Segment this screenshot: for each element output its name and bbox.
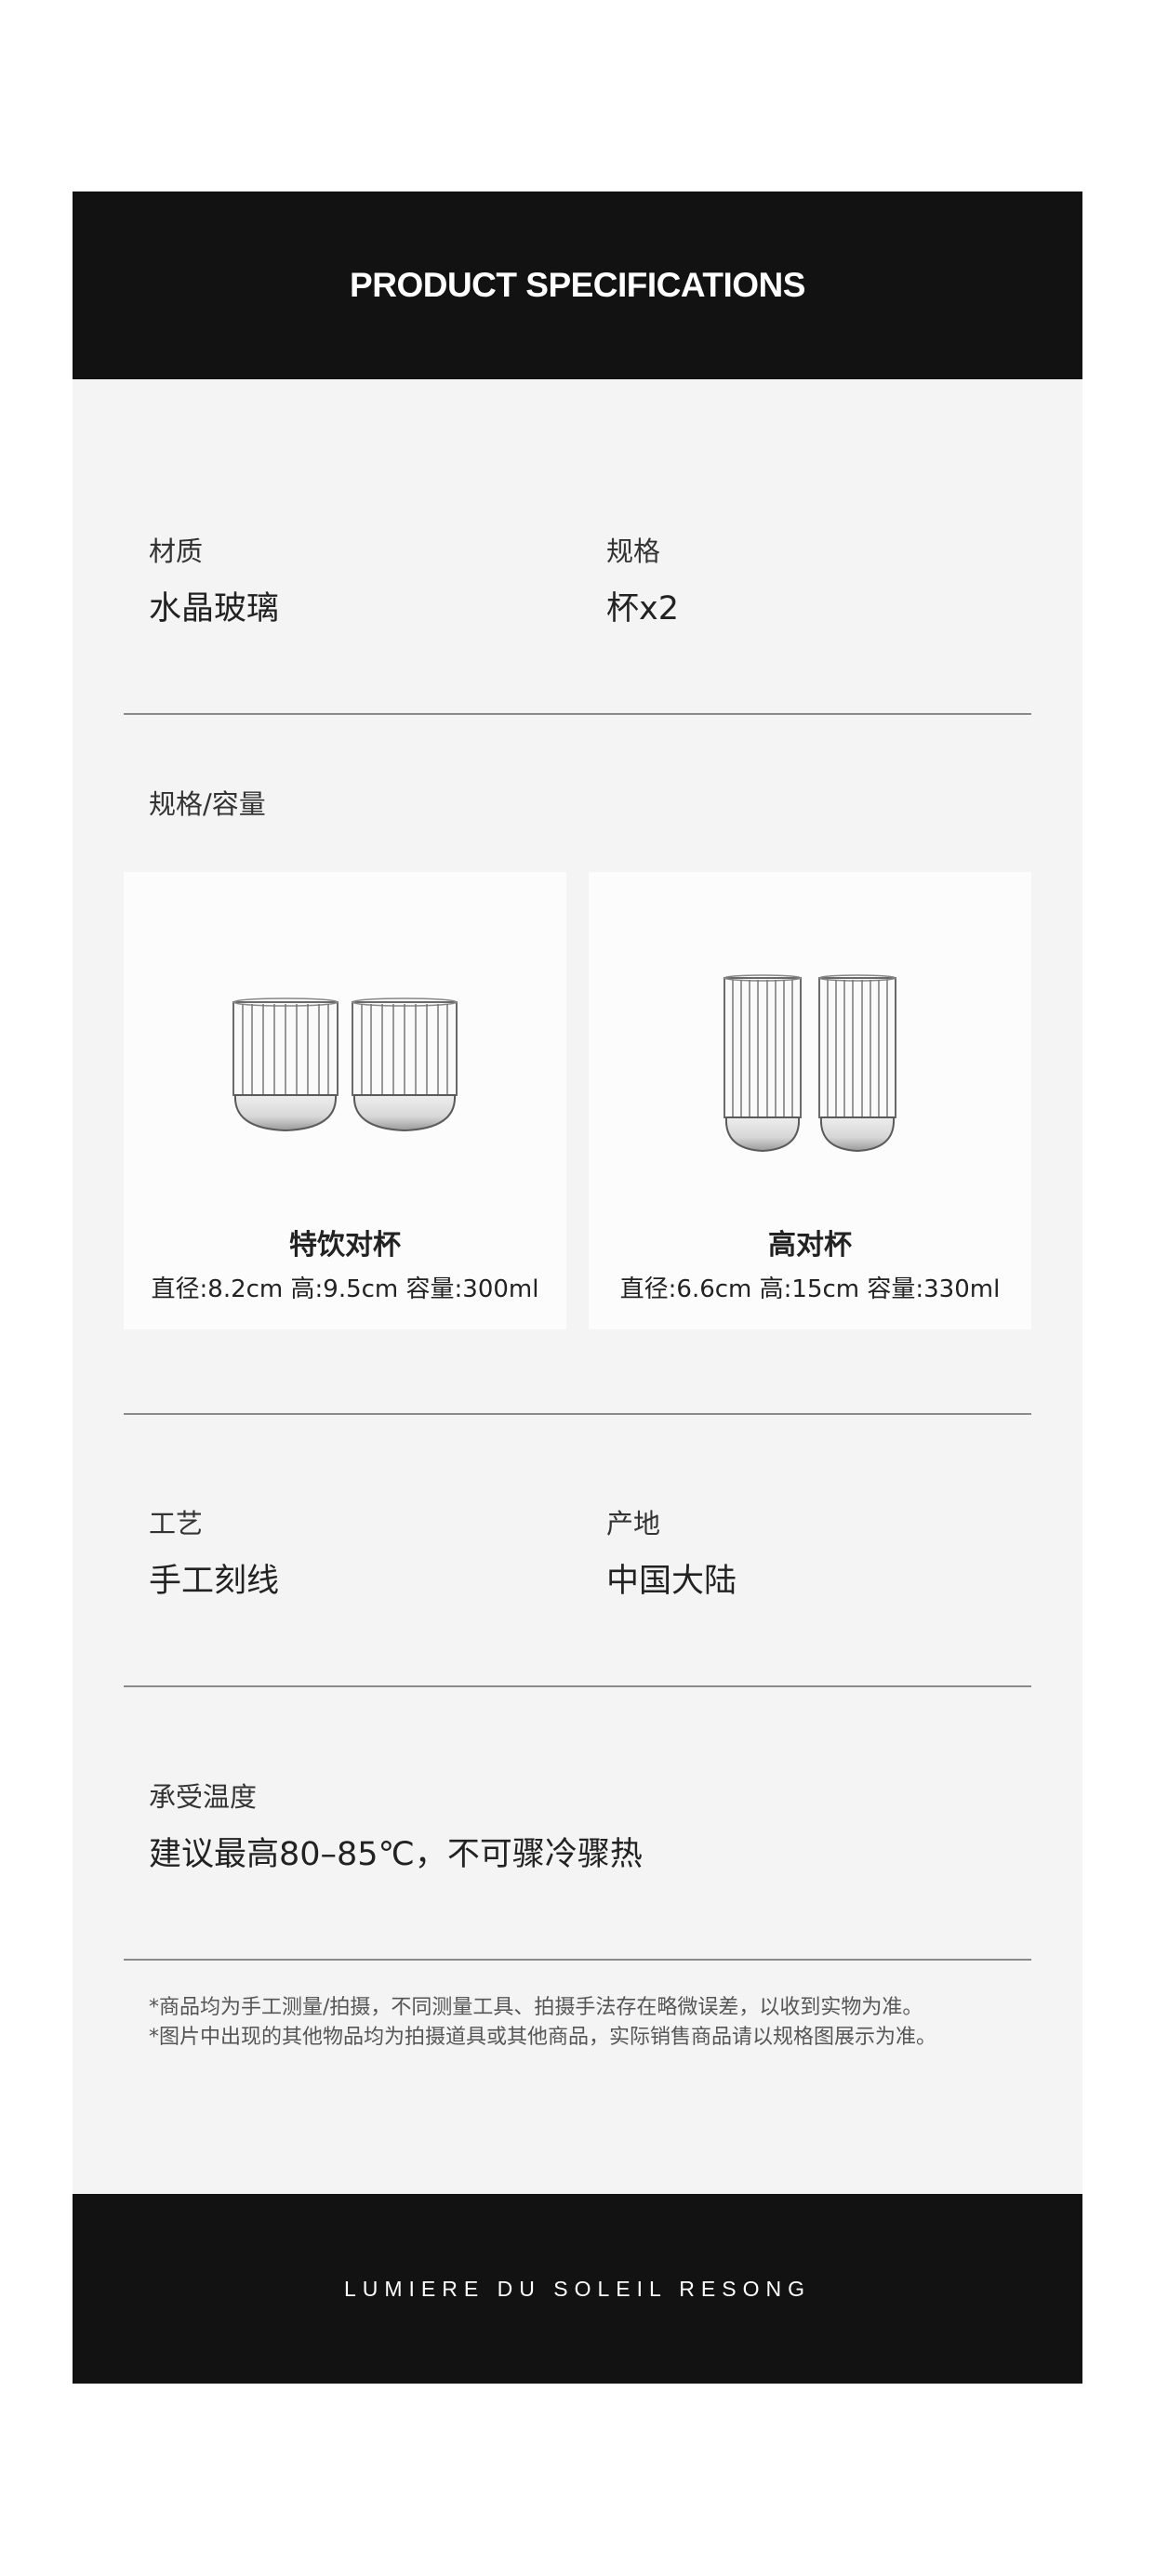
header-banner: PRODUCT SPECIFICATIONS — [73, 192, 1082, 379]
brand-name: LUMIERE DU SOLEIL RESONG — [343, 2276, 811, 2301]
divider — [124, 1959, 1031, 1961]
material-label: 材质 — [149, 535, 204, 567]
product-dimensions: 直径:6.6cm 高:15cm 容量:330ml — [619, 1275, 1001, 1303]
origin-value: 中国大陆 — [606, 1563, 737, 1600]
product-card-highball: 高对杯 直径:6.6cm 高:15cm 容量:330ml — [589, 872, 1031, 1329]
spec-card: PRODUCT SPECIFICATIONS 材质 水晶玻璃 规格 杯x2 规格… — [73, 192, 1082, 2384]
origin-label: 产地 — [606, 1508, 661, 1539]
disclaimer-note: *商品均为手工测量/拍摄，不同测量工具、拍摄手法存在略微误差，以收到实物为准。 — [149, 1996, 923, 2019]
craft-label: 工艺 — [149, 1508, 204, 1539]
product-name: 高对杯 — [768, 1229, 852, 1262]
product-dimensions: 直径:8.2cm 高:9.5cm 容量:300ml — [151, 1275, 539, 1303]
footer-banner: LUMIERE DU SOLEIL RESONG — [73, 2194, 1082, 2384]
highball-pair-image — [724, 974, 896, 1153]
disclaimer-note: *图片中出现的其他物品均为拍摄道具或其他商品，实际销售商品请以规格图展示为准。 — [149, 2026, 937, 2049]
divider — [124, 1413, 1031, 1415]
page-title: PRODUCT SPECIFICATIONS — [350, 266, 805, 304]
tumbler-pair-image — [232, 997, 458, 1132]
material-value: 水晶玻璃 — [149, 590, 280, 627]
divider — [124, 1685, 1031, 1687]
capacity-label: 规格/容量 — [149, 788, 266, 820]
spec-value: 杯x2 — [606, 590, 679, 627]
temperature-label: 承受温度 — [149, 1781, 258, 1813]
craft-value: 手工刻线 — [149, 1563, 280, 1600]
product-name: 特饮对杯 — [289, 1229, 401, 1262]
temperature-value: 建议最高80–85℃，不可骤冷骤热 — [149, 1836, 643, 1873]
product-card-tumbler: 特饮对杯 直径:8.2cm 高:9.5cm 容量:300ml — [124, 872, 566, 1329]
divider — [124, 713, 1031, 715]
spec-label: 规格 — [606, 535, 661, 567]
